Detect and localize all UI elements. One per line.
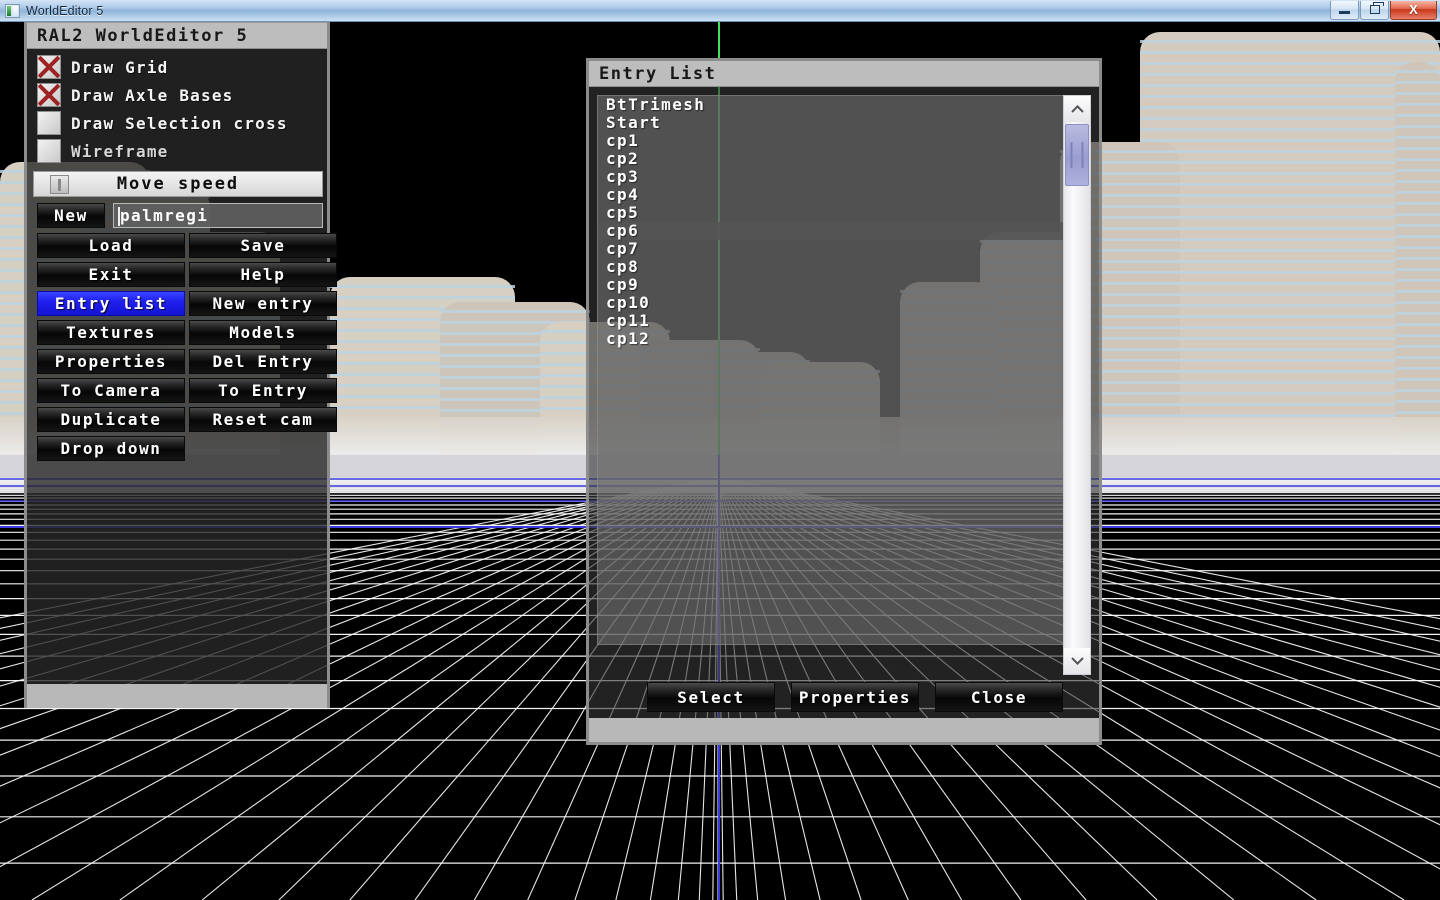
new-file-row: New palmregi <box>37 203 327 228</box>
list-item[interactable]: cp1 <box>598 132 1076 150</box>
exit-button[interactable]: Exit <box>37 262 185 287</box>
checkbox-row-draw-grid[interactable]: Draw Grid <box>27 53 327 81</box>
new-button[interactable]: New <box>37 203 105 228</box>
checkbox-draw-grid[interactable] <box>37 55 61 79</box>
chevron-up-icon <box>1070 105 1084 113</box>
panel-body: Draw Grid Draw Axle Bases Draw Selection… <box>27 49 337 708</box>
models-button[interactable]: Models <box>189 320 337 345</box>
app-icon <box>5 3 20 18</box>
building <box>1395 62 1440 457</box>
checkbox-row-wireframe[interactable]: Wireframe <box>27 137 327 165</box>
checkbox-label-draw-selection-cross: Draw Selection cross <box>71 113 288 133</box>
new-entry-button[interactable]: New entry <box>189 291 337 316</box>
load-button[interactable]: Load <box>37 233 185 258</box>
list-item[interactable]: cp3 <box>598 168 1076 186</box>
restore-button[interactable] <box>1360 0 1389 20</box>
list-item[interactable]: cp6 <box>598 222 1076 240</box>
properties-button[interactable]: Properties <box>37 349 185 374</box>
dialog-properties-button[interactable]: Properties <box>791 682 919 712</box>
reset-cam-button[interactable]: Reset cam <box>189 407 337 432</box>
panel-title: RAL2 WorldEditor 5 <box>27 23 327 49</box>
entry-list-button[interactable]: Entry list <box>37 291 185 316</box>
close-icon: X <box>1409 2 1418 17</box>
scroll-down-button[interactable] <box>1064 648 1090 674</box>
list-item[interactable]: BtTrimesh <box>598 96 1076 114</box>
dialog-title: Entry List <box>589 61 1099 87</box>
list-item[interactable]: cp10 <box>598 294 1076 312</box>
dialog-footer <box>589 718 1099 742</box>
move-speed-slider[interactable]: Move speed <box>33 171 323 197</box>
filename-input[interactable]: palmregi <box>113 203 323 228</box>
close-button[interactable]: X <box>1390 0 1437 20</box>
list-item[interactable]: cp4 <box>598 186 1076 204</box>
checkbox-label-draw-axle-bases: Draw Axle Bases <box>71 85 234 105</box>
list-item[interactable]: cp12 <box>598 330 1076 348</box>
to-entry-button[interactable]: To Entry <box>189 378 337 403</box>
minimize-icon <box>1339 11 1350 14</box>
window-controls: X <box>1329 0 1437 21</box>
save-button[interactable]: Save <box>189 233 337 258</box>
list-item[interactable]: cp8 <box>598 258 1076 276</box>
scrollbar-thumb[interactable] <box>1065 124 1089 186</box>
app-root: WorldEditor 5 X RAL2 WorldEditor 5 Draw … <box>0 0 1440 900</box>
checkbox-draw-selection-cross[interactable] <box>37 111 61 135</box>
close-dialog-button[interactable]: Close <box>935 682 1063 712</box>
list-item[interactable]: Start <box>598 114 1076 132</box>
entry-list-dialog: Entry List BtTrimesh Start cp1 cp2 cp3 cp4 cp5… <box>586 58 1102 745</box>
list-item[interactable]: cp5 <box>598 204 1076 222</box>
restore-icon <box>1369 2 1384 14</box>
tool-panel: RAL2 WorldEditor 5 Draw Grid Draw Axle B… <box>24 21 337 708</box>
slider-thumb[interactable] <box>50 175 69 194</box>
panel-footer <box>27 684 327 708</box>
duplicate-button[interactable]: Duplicate <box>37 407 185 432</box>
text-caret <box>118 207 120 226</box>
checkbox-label-draw-grid: Draw Grid <box>71 57 169 77</box>
move-speed-label: Move speed <box>116 174 240 194</box>
list-item[interactable]: cp11 <box>598 312 1076 330</box>
list-item[interactable]: cp7 <box>598 240 1076 258</box>
del-entry-button[interactable]: Del Entry <box>189 349 337 374</box>
dialog-body: BtTrimesh Start cp1 cp2 cp3 cp4 cp5 cp6 cp7 cp8 cp… <box>589 87 1099 742</box>
filename-value: palmregi <box>120 206 209 225</box>
checkbox-draw-axle-bases[interactable] <box>37 83 61 107</box>
list-item[interactable]: cp9 <box>598 276 1076 294</box>
checkbox-label-wireframe: Wireframe <box>71 141 169 161</box>
checkbox-row-draw-selection-cross[interactable]: Draw Selection cross <box>27 109 327 137</box>
dialog-buttons: Select Properties Close <box>589 682 1099 714</box>
help-button[interactable]: Help <box>189 262 337 287</box>
textures-button[interactable]: Textures <box>37 320 185 345</box>
to-camera-button[interactable]: To Camera <box>37 378 185 403</box>
scroll-up-button[interactable] <box>1064 96 1090 122</box>
checkbox-row-draw-axle-bases[interactable]: Draw Axle Bases <box>27 81 327 109</box>
os-title-bar: WorldEditor 5 X <box>0 0 1440 22</box>
panel-button-grid: Load Save Exit Help Entry list New entry… <box>37 233 337 432</box>
minimize-button[interactable] <box>1330 0 1359 20</box>
entry-listbox[interactable]: BtTrimesh Start cp1 cp2 cp3 cp4 cp5 cp6 cp7 cp8 cp… <box>597 95 1077 645</box>
chevron-down-icon <box>1070 657 1084 665</box>
list-item[interactable]: cp2 <box>598 150 1076 168</box>
drop-down-button[interactable]: Drop down <box>37 436 185 461</box>
entry-list-scrollbar[interactable] <box>1063 95 1091 675</box>
select-button[interactable]: Select <box>647 682 775 712</box>
checkbox-wireframe[interactable] <box>37 139 61 163</box>
os-window-title: WorldEditor 5 <box>26 3 104 18</box>
